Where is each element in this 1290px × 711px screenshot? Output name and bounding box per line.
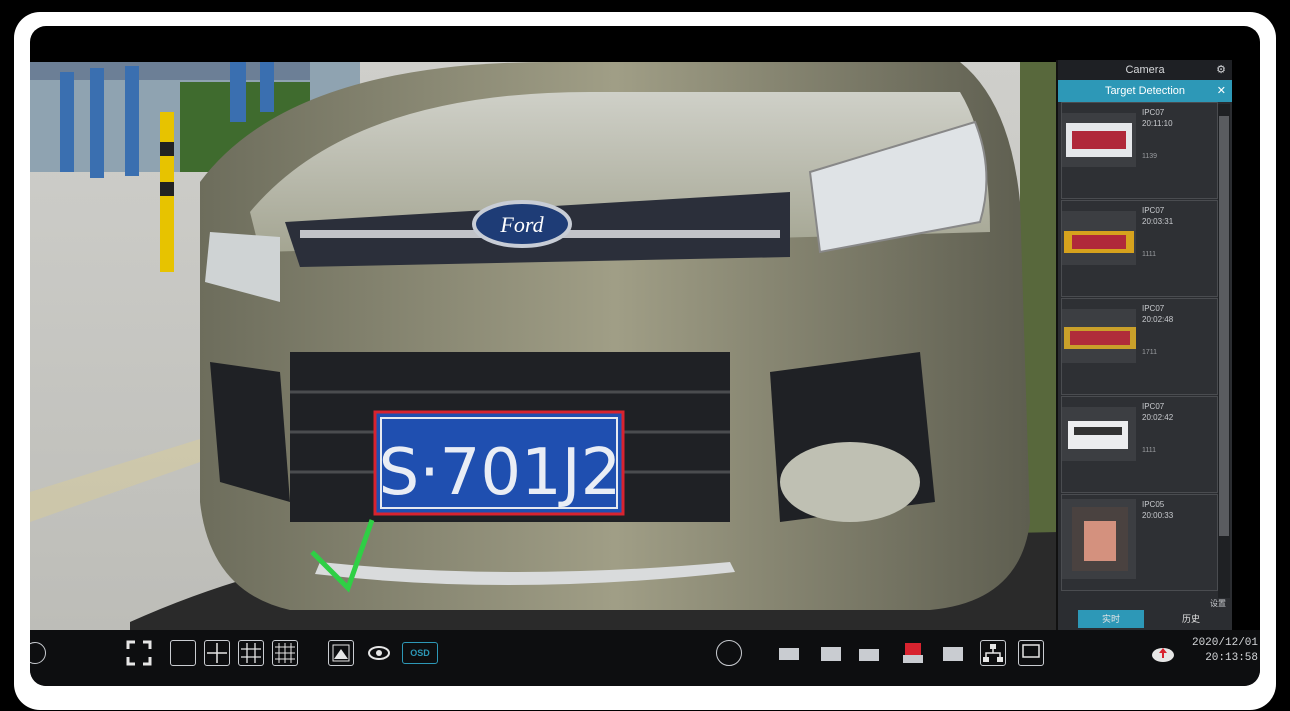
- layout-9-icon[interactable]: [238, 640, 264, 666]
- fullscreen-icon[interactable]: [126, 640, 152, 666]
- detection-time: 20:03:31: [1142, 217, 1174, 226]
- detection-time: 20:02:48: [1142, 315, 1174, 324]
- tab-target-detection[interactable]: Target Detection ✕: [1058, 80, 1232, 102]
- plate-thumbnail: [1062, 211, 1136, 265]
- car-scene: Ford S·701J2: [30, 62, 1060, 630]
- ptz-icon[interactable]: [856, 640, 882, 666]
- detection-item[interactable]: IPC07 20:02:48 1711: [1061, 298, 1218, 395]
- tab-target-detection-label: Target Detection: [1104, 85, 1186, 97]
- detection-time: 20:02:42: [1142, 413, 1174, 422]
- alarm-icon[interactable]: [900, 640, 926, 666]
- network-icon[interactable]: [980, 640, 1006, 666]
- detection-scrollbar[interactable]: [1218, 104, 1230, 598]
- detection-item[interactable]: IPC07 20:03:31 1111: [1061, 200, 1218, 297]
- detection-time: 20:00:33: [1142, 511, 1174, 520]
- detection-camera: IPC07: [1142, 304, 1165, 313]
- license-plate-text: S·701J2: [379, 436, 622, 510]
- plate-thumbnail: [1062, 113, 1136, 167]
- target-detection-panel: Camera ⚙ Target Detection ✕ IPC07 20:11:…: [1056, 60, 1232, 630]
- monitor-icon[interactable]: [1018, 640, 1044, 666]
- record-icon[interactable]: [776, 640, 802, 666]
- detection-item[interactable]: IPC05 20:00:33: [1061, 494, 1218, 591]
- eye-icon[interactable]: [366, 640, 392, 666]
- live-video-view[interactable]: Ford S·701J2: [30, 62, 1060, 630]
- datetime: 2020/12/01 20:13:58: [1192, 636, 1258, 666]
- tab-live[interactable]: 实时: [1078, 610, 1144, 628]
- date: 2020/12/01: [1191, 637, 1258, 649]
- scrollbar-thumb[interactable]: [1219, 116, 1229, 536]
- settings-link[interactable]: 设置: [1210, 598, 1226, 609]
- detection-info: IPC07 20:11:10: [1142, 107, 1173, 129]
- tab-history[interactable]: 历史: [1158, 610, 1224, 628]
- detection-info: IPC05 20:00:33: [1142, 499, 1173, 521]
- detection-camera: IPC05: [1142, 500, 1165, 509]
- plate-thumbnail: [1062, 309, 1136, 363]
- detection-camera: IPC07: [1142, 108, 1165, 117]
- time: 20:13:58: [1205, 652, 1258, 664]
- start-menu-icon[interactable]: [30, 642, 46, 664]
- layout-1-icon[interactable]: [170, 640, 196, 666]
- detection-camera: IPC07: [1142, 206, 1165, 215]
- gear-icon[interactable]: ⚙: [1216, 60, 1226, 80]
- detection-plate: 1111: [1142, 251, 1157, 258]
- check-mark-icon: [308, 516, 378, 601]
- plate-thumbnail: [1062, 407, 1136, 461]
- bottom-toolbar: OSD 2020/12/01 20:13:58: [30, 630, 1260, 686]
- snapshot-icon[interactable]: [716, 640, 742, 666]
- detection-info: IPC07 20:02:42: [1142, 401, 1173, 423]
- playback-icon[interactable]: [818, 640, 844, 666]
- detection-plate: 1711: [1142, 349, 1158, 356]
- screen: Ford S·701J2 Camera ⚙ Target Detection ✕: [30, 26, 1260, 686]
- face-thumbnail: [1062, 499, 1136, 579]
- detection-plate: 1139: [1142, 153, 1158, 160]
- detection-time: 20:11:10: [1142, 119, 1173, 128]
- detection-info: IPC07 20:03:31: [1142, 205, 1173, 227]
- detection-item[interactable]: IPC07 20:11:10 1139: [1061, 102, 1218, 199]
- panel-header: Camera ⚙: [1058, 60, 1232, 80]
- upload-cloud-icon[interactable]: [1150, 640, 1176, 666]
- detection-camera: IPC07: [1142, 402, 1165, 411]
- brand-badge-text: Ford: [499, 212, 544, 237]
- disk-icon[interactable]: [940, 640, 966, 666]
- osd-button[interactable]: OSD: [402, 642, 438, 664]
- detection-info: IPC07 20:02:48: [1142, 303, 1173, 325]
- detection-plate: 1111: [1142, 447, 1157, 454]
- detection-list: IPC07 20:11:10 1139 IPC07 20:03:31 1111: [1058, 102, 1218, 598]
- close-icon[interactable]: ✕: [1217, 80, 1226, 102]
- layout-4-icon[interactable]: [204, 640, 230, 666]
- panel-header-title: Camera: [1125, 64, 1165, 76]
- target-detection-toggle-icon[interactable]: [328, 640, 354, 666]
- panel-footer: 设置 实时 历史: [1058, 598, 1232, 630]
- detection-item[interactable]: IPC07 20:02:42 1111: [1061, 396, 1218, 493]
- layout-16-icon[interactable]: [272, 640, 298, 666]
